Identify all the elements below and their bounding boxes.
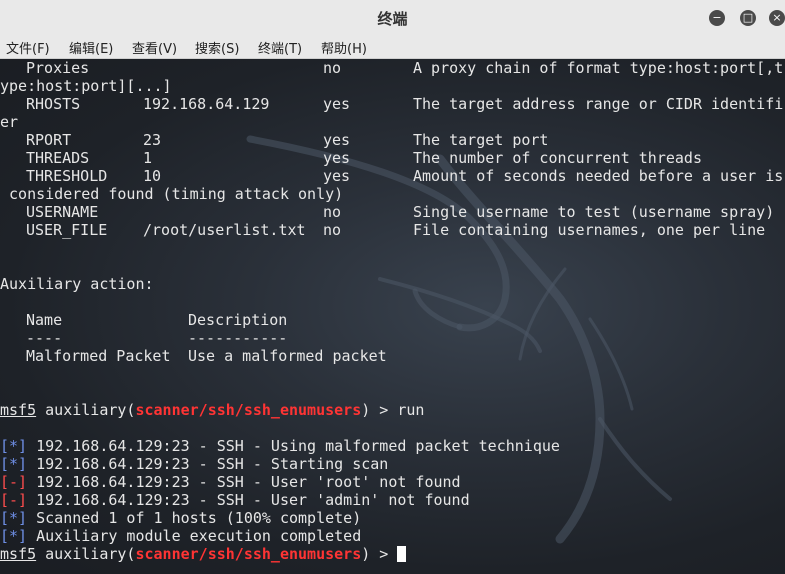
menu-bar: 文件(F) 编辑(E) 查看(V) 搜索(S) 终端(T) 帮助(H) — [0, 36, 785, 59]
aux-table-header: Name Description — [26, 311, 288, 329]
status-tag: [-] — [0, 491, 28, 509]
output-line: [*] 192.168.64.129:23 - SSH - Using malf… — [0, 437, 560, 455]
option-row-username: USERNAME no Single username to test (use… — [26, 203, 775, 221]
menu-search[interactable]: 搜索(S) — [195, 38, 239, 57]
status-tag: [-] — [0, 473, 28, 491]
module-path: scanner/ssh/ssh_enumusers — [135, 545, 362, 563]
menu-terminal[interactable]: 终端(T) — [258, 38, 302, 57]
option-row-user-file: USER_FILE /root/userlist.txt no File con… — [26, 221, 766, 239]
msf-prompt-label: msf5 — [0, 545, 37, 563]
menu-edit[interactable]: 编辑(E) — [69, 38, 113, 57]
close-icon[interactable]: × — [769, 10, 785, 26]
command-text: run — [397, 401, 425, 419]
option-row-rhosts-wrap: er — [0, 113, 19, 131]
menu-help[interactable]: 帮助(H) — [321, 38, 367, 57]
status-tag: [*] — [0, 455, 28, 473]
output-line: [-] 192.168.64.129:23 - SSH - User 'admi… — [0, 491, 470, 509]
title-bar: 终端 − □ × — [0, 0, 785, 37]
maximize-icon[interactable]: □ — [740, 10, 756, 26]
output-line: [-] 192.168.64.129:23 - SSH - User 'root… — [0, 473, 461, 491]
option-row-threshold: THRESHOLD 10 yes Amount of seconds neede… — [26, 167, 784, 185]
aux-table-separator: ---- ----------- — [26, 329, 288, 347]
module-path: scanner/ssh/ssh_enumusers — [135, 401, 362, 419]
output-line: [*] Auxiliary module execution completed — [0, 527, 362, 545]
menu-view[interactable]: 查看(V) — [132, 38, 177, 57]
menu-file[interactable]: 文件(F) — [6, 38, 50, 57]
option-row-proxies: Proxies no A proxy chain of format type:… — [26, 59, 784, 77]
output-line: [*] 192.168.64.129:23 - SSH - Starting s… — [0, 455, 389, 473]
status-tag: [*] — [0, 437, 28, 455]
option-row-rport: RPORT 23 yes The target port — [26, 131, 549, 149]
text-cursor — [397, 546, 407, 562]
status-tag: [*] — [0, 509, 28, 527]
minimize-icon[interactable]: − — [709, 10, 725, 26]
prompt-line-current[interactable]: msf5 auxiliary(scanner/ssh/ssh_enumusers… — [0, 545, 407, 563]
option-row-rhosts: RHOSTS 192.168.64.129 yes The target add… — [26, 95, 784, 113]
window-title: 终端 — [377, 10, 408, 28]
prompt-line-run: msf5 auxiliary(scanner/ssh/ssh_enumusers… — [0, 401, 425, 419]
status-tag: [*] — [0, 527, 28, 545]
terminal-window: 终端 − □ × 文件(F) 编辑(E) 查看(V) 搜索(S) 终端(T) 帮… — [0, 0, 785, 574]
option-row-proxies-wrap: ype:host:port][...] — [0, 77, 172, 95]
option-row-threads: THREADS 1 yes The number of concurrent t… — [26, 149, 702, 167]
aux-heading: Auxiliary action: — [0, 275, 154, 293]
output-line: [*] Scanned 1 of 1 hosts (100% complete) — [0, 509, 362, 527]
aux-table-row: Malformed Packet Use a malformed packet — [26, 347, 387, 365]
msf-prompt-label: msf5 — [0, 401, 37, 419]
terminal-output[interactable]: Proxies no A proxy chain of format type:… — [0, 59, 785, 574]
option-row-threshold-wrap: considered found (timing attack only) — [0, 185, 344, 203]
